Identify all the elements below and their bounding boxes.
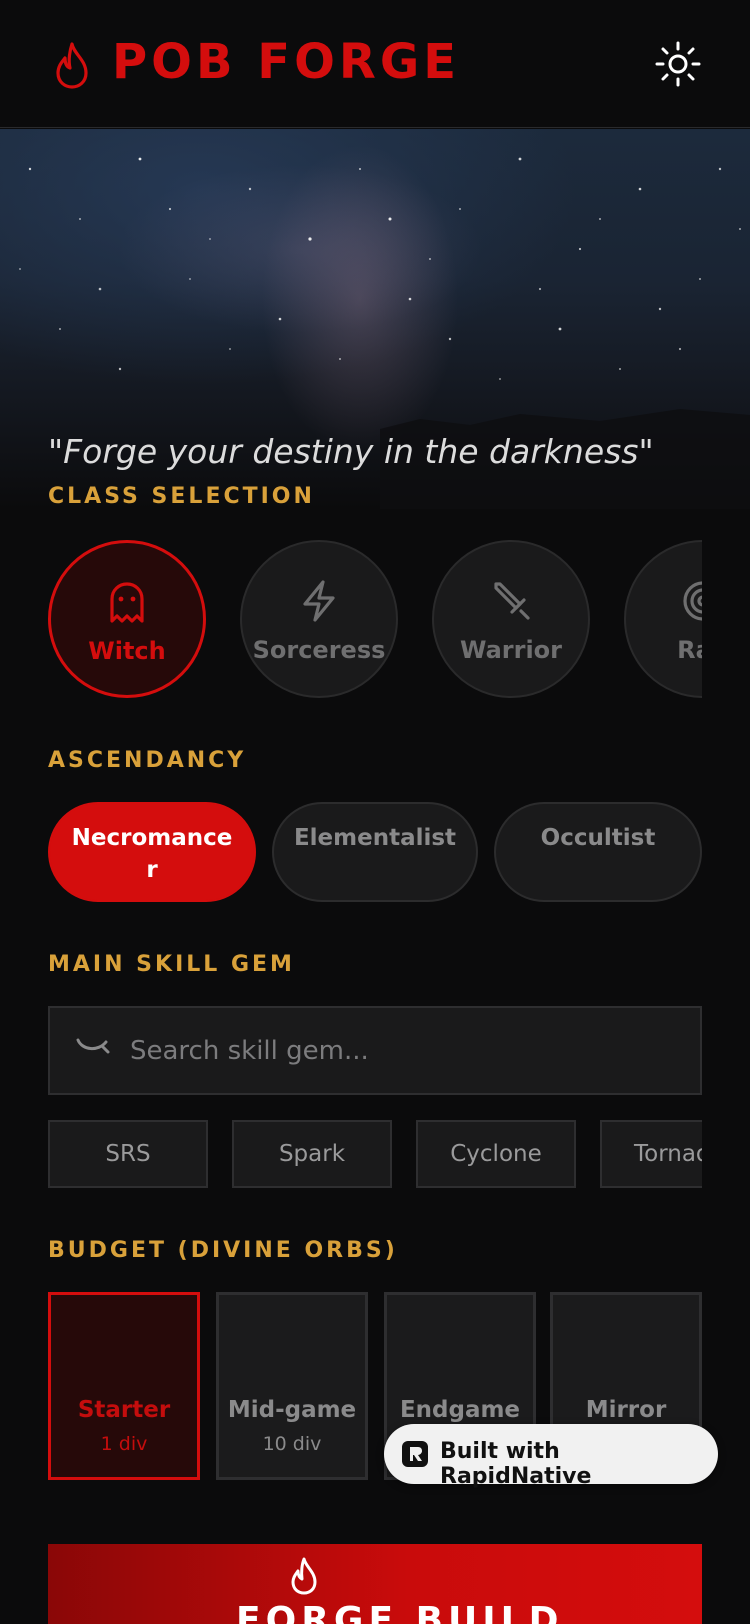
budget-name: Mirror (585, 1397, 667, 1423)
class-item-warrior[interactable]: Warrior (432, 540, 590, 698)
built-with-badge[interactable]: Built with RapidNative (384, 1424, 718, 1489)
ghost-icon (110, 582, 144, 623)
class-selector[interactable]: Witch Sorceress Warrior Ran (48, 536, 702, 700)
flame-icon (56, 42, 88, 89)
ascendancy-label-line1: Elementalist (293, 825, 457, 851)
skill-search-box (48, 1006, 702, 1095)
skill-chip-tornado[interactable]: Tornad (600, 1120, 702, 1188)
budget-amount: 1 div (100, 1433, 148, 1455)
budget-label: BUDGET (DIVINE ORBS) (48, 1238, 398, 1263)
app-title: POB FORGE (112, 34, 461, 90)
ascendancy-label: ASCENDANCY (48, 748, 247, 773)
search-icon (76, 1038, 110, 1054)
class-label: Warrior (459, 636, 563, 664)
ascendancy-label-line1: Occultist (540, 825, 656, 851)
app-header: POB FORGE (0, 0, 750, 128)
class-selection-label: CLASS SELECTION (48, 484, 315, 509)
ascendancy-elementalist-button[interactable]: Elementalist (272, 802, 478, 902)
forge-build-label: FORGE BUILD (236, 1600, 564, 1624)
ascendancy-label-line1: Necromance (71, 825, 233, 851)
skill-search-input[interactable] (130, 1008, 690, 1093)
forge-build-button[interactable]: FORGE BUILD (48, 1544, 702, 1624)
budget-name: Mid-game (227, 1397, 357, 1423)
lightning-icon (303, 580, 335, 622)
badge-text: Built with RapidNative (440, 1439, 592, 1489)
class-label: Witch (88, 637, 166, 665)
skill-chip-srs[interactable]: SRS (48, 1120, 208, 1188)
flame-icon (291, 1557, 317, 1595)
ascendancy-necromancer-button[interactable]: Necromance r (48, 802, 256, 902)
ascendancy-occultist-button[interactable]: Occultist (494, 802, 702, 902)
class-item-sorceress[interactable]: Sorceress (240, 540, 398, 698)
class-item-witch[interactable]: Witch (48, 540, 206, 698)
ascendancy-label-line2: r (146, 857, 158, 883)
main-skill-gem-label: MAIN SKILL GEM (48, 952, 295, 977)
budget-name: Starter (77, 1397, 171, 1423)
sword-icon (494, 582, 530, 620)
class-label: Sorceress (252, 636, 386, 664)
budget-midgame-card[interactable]: Mid-game 10 div (216, 1292, 368, 1480)
skill-chip-row[interactable]: SRS Spark Cyclone Tornad (48, 1120, 702, 1188)
sun-icon[interactable] (654, 40, 702, 88)
rapidnative-logo-icon (402, 1441, 428, 1467)
budget-name: Endgame (399, 1397, 521, 1423)
budget-starter-card[interactable]: Starter 1 div (48, 1292, 200, 1480)
budget-amount: 10 div (262, 1433, 322, 1455)
hero-quote: "Forge your destiny in the darkness" (48, 432, 654, 471)
class-item-ranger[interactable]: Ran (624, 540, 702, 698)
target-icon (683, 581, 702, 621)
skill-chip-cyclone[interactable]: Cyclone (416, 1120, 576, 1188)
class-label: Ran (677, 636, 702, 664)
skill-chip-spark[interactable]: Spark (232, 1120, 392, 1188)
